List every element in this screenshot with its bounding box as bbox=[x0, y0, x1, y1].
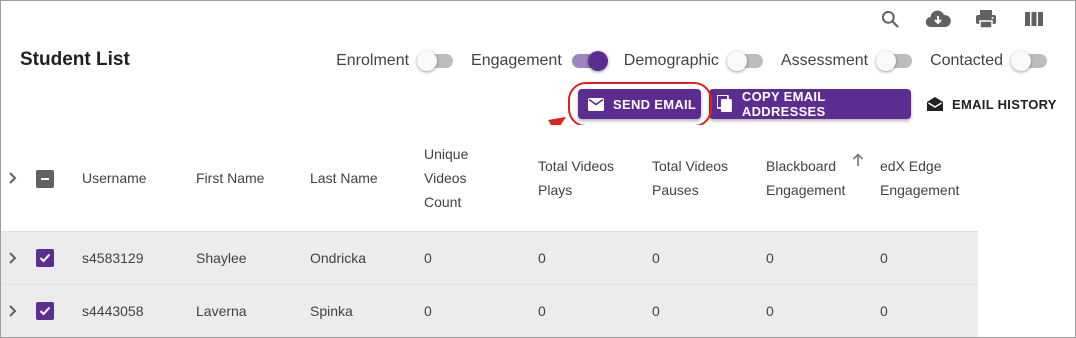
column-header-username[interactable]: Username bbox=[82, 166, 147, 190]
select-all-checkbox[interactable] bbox=[36, 170, 54, 188]
toggle-label: Engagement bbox=[471, 52, 562, 69]
assessment-switch[interactable] bbox=[876, 49, 914, 73]
cell-blackboard: 0 bbox=[766, 250, 774, 266]
email-history-button[interactable]: EMAIL HISTORY bbox=[921, 89, 1057, 119]
expand-all-icon[interactable] bbox=[5, 170, 21, 186]
cell-unique-videos: 0 bbox=[424, 250, 432, 266]
sort-arrow-up-icon[interactable] bbox=[852, 153, 864, 167]
column-header-edx[interactable]: edX Edge Engagement bbox=[880, 154, 970, 202]
columns-icon[interactable] bbox=[1017, 7, 1051, 31]
toggle-label: Demographic bbox=[623, 52, 719, 69]
search-icon[interactable] bbox=[873, 7, 907, 31]
column-header-total-pauses[interactable]: Total Videos Pauses bbox=[652, 154, 742, 202]
cell-first-name: Shaylee bbox=[196, 250, 247, 266]
copy-email-addresses-label: COPY EMAIL ADDRESSES bbox=[741, 89, 826, 119]
column-header-last-name[interactable]: Last Name bbox=[310, 166, 378, 190]
toggle-label: Enrolment bbox=[336, 52, 410, 69]
highlight-oval bbox=[568, 82, 712, 127]
cell-total-pauses: 0 bbox=[652, 250, 660, 266]
cell-edx: 0 bbox=[880, 250, 888, 266]
demographic-switch[interactable] bbox=[726, 49, 765, 73]
cell-total-pauses: 0 bbox=[652, 303, 660, 319]
page-title: Student List bbox=[20, 49, 130, 70]
cell-total-plays: 0 bbox=[538, 303, 546, 319]
cell-unique-videos: 0 bbox=[424, 303, 432, 319]
cell-last-name: Spinka bbox=[310, 303, 353, 319]
column-header-total-plays[interactable]: Total Videos Plays bbox=[538, 154, 628, 202]
copy-icon bbox=[717, 95, 732, 112]
cell-username: s4583129 bbox=[82, 250, 144, 266]
expand-row-icon[interactable] bbox=[5, 303, 21, 319]
toggle-contacted: Contacted bbox=[930, 49, 1049, 73]
toggle-assessment: Assessment bbox=[781, 49, 914, 73]
toggle-label: Assessment bbox=[780, 52, 869, 69]
drafts-icon bbox=[927, 97, 943, 111]
table-row[interactable]: s4583129 Shaylee Ondricka 0 0 0 0 0 bbox=[1, 232, 978, 285]
toggle-label: Contacted bbox=[930, 52, 1003, 69]
cell-total-plays: 0 bbox=[538, 250, 546, 266]
contacted-switch[interactable] bbox=[1011, 49, 1049, 73]
cell-last-name: Ondricka bbox=[310, 250, 367, 266]
engagement-switch[interactable] bbox=[570, 49, 608, 73]
email-history-label: EMAIL HISTORY bbox=[952, 96, 1057, 112]
toggle-demographic: Demographic bbox=[624, 49, 765, 73]
toggle-enrolment: Enrolment bbox=[336, 49, 455, 73]
cell-edx: 0 bbox=[880, 303, 888, 319]
column-header-first-name[interactable]: First Name bbox=[196, 166, 264, 190]
app-frame: Student List Enrolment Engagement Demogr… bbox=[0, 0, 1076, 338]
print-icon[interactable] bbox=[969, 7, 1003, 31]
enrolment-switch[interactable] bbox=[417, 49, 455, 73]
filter-toggles: Enrolment Engagement Demographic Assessm… bbox=[320, 49, 1049, 73]
column-header-blackboard[interactable]: Blackboard Engagement bbox=[766, 154, 856, 202]
row-checkbox[interactable] bbox=[36, 249, 54, 267]
cloud-download-icon[interactable] bbox=[921, 7, 955, 31]
row-checkbox[interactable] bbox=[36, 302, 54, 320]
table-row[interactable]: s4443058 Laverna Spinka 0 0 0 0 0 bbox=[1, 285, 978, 337]
column-header-unique-videos[interactable]: Unique Videos Count bbox=[424, 142, 484, 214]
toolbar-icons bbox=[873, 7, 1051, 31]
student-table: Username First Name Last Name Unique Vid… bbox=[1, 125, 978, 337]
cell-blackboard: 0 bbox=[766, 303, 774, 319]
cell-username: s4443058 bbox=[82, 303, 144, 319]
table-header: Username First Name Last Name Unique Vid… bbox=[1, 125, 978, 232]
cell-first-name: Laverna bbox=[196, 303, 247, 319]
toggle-engagement: Engagement bbox=[471, 49, 608, 73]
copy-email-addresses-button[interactable]: COPY EMAIL ADDRESSES bbox=[709, 89, 911, 119]
expand-row-icon[interactable] bbox=[5, 250, 21, 266]
